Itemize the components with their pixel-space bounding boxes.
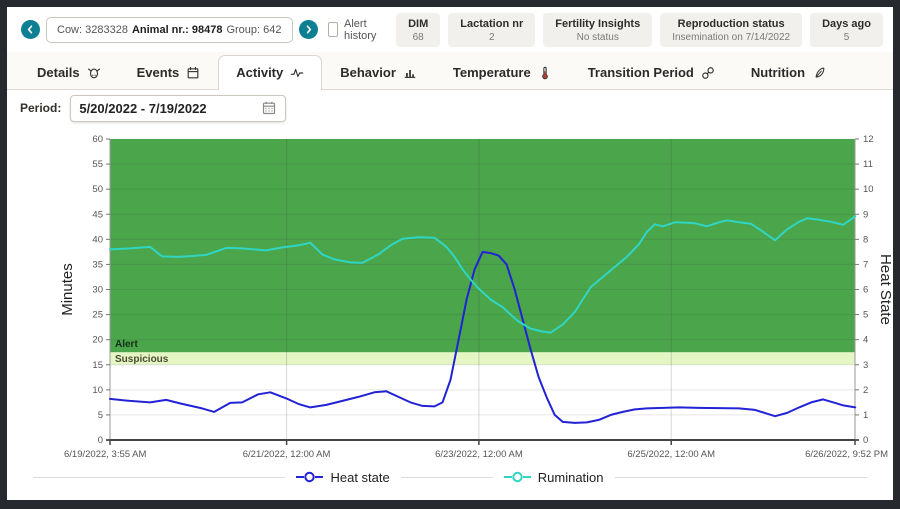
period-input[interactable]: 5/20/2022 - 7/19/2022 (70, 94, 287, 122)
svg-text:55: 55 (92, 159, 103, 170)
tab-transition-period[interactable]: Transition Period (570, 55, 733, 90)
tab-events[interactable]: Events (119, 55, 219, 90)
period-value: 5/20/2022 - 7/19/2022 (79, 100, 207, 116)
tab-details[interactable]: Details (19, 55, 119, 90)
activity-icon (290, 66, 304, 80)
svg-text:4: 4 (863, 335, 868, 346)
svg-text:30: 30 (92, 285, 103, 296)
cow-number: Cow: 3283328 (57, 23, 128, 36)
info-box-fertility-insights: Fertility Insights No status (543, 12, 653, 47)
svg-text:9: 9 (863, 209, 868, 220)
legend-item-heat-state[interactable]: Heat state (285, 469, 401, 485)
animal-number: Animal nr.: 98478 (131, 23, 223, 36)
svg-text:0: 0 (98, 435, 103, 446)
cow-icon (87, 66, 101, 80)
suspicious-zone-label: Suspicious (115, 354, 169, 365)
svg-text:50: 50 (92, 184, 103, 195)
svg-text:10: 10 (863, 184, 874, 195)
x-axis-label: 6/23/2022, 12:00 AM (435, 449, 523, 460)
svg-text:5: 5 (863, 310, 868, 321)
thermometer-icon (538, 66, 552, 80)
info-box-reproduction-status: Reproduction status Insemination on 7/14… (660, 12, 803, 47)
tab-temperature[interactable]: Temperature (435, 55, 570, 90)
svg-text:40: 40 (92, 234, 103, 245)
alert-zone-label: Alert (115, 339, 138, 350)
period-label: Period: (20, 101, 62, 115)
app-window: Cow: 3283328 Animal nr.: 98478 Group: 64… (7, 7, 893, 500)
calendar-icon (186, 66, 200, 80)
info-box-dim: DIM 68 (396, 12, 441, 47)
chart-legend: Heat state Rumination (7, 462, 893, 492)
alert-history-label: Alert history (344, 17, 377, 42)
svg-text:45: 45 (92, 209, 103, 220)
cow-info-boxes: DIM 68 Lactation nr 2 Fertility Insights… (396, 12, 883, 47)
x-axis-label: 6/21/2022, 12:00 AM (243, 449, 331, 460)
activity-chart: Alert Suspicious 0 5 10 15 20 25 30 35 40 45 50 55 60 0… (7, 126, 893, 462)
legend-item-rumination[interactable]: Rumination (492, 469, 615, 485)
tab-behavior[interactable]: Behavior (322, 55, 435, 90)
period-row: Period: 5/20/2022 - 7/19/2022 (7, 90, 893, 126)
chevron-right-icon (306, 25, 311, 34)
bar-chart-icon (403, 66, 417, 80)
legend-divider-line (33, 477, 867, 478)
info-box-lactation: Lactation nr 2 (448, 12, 536, 47)
tab-nutrition[interactable]: Nutrition (733, 55, 844, 90)
x-axis-label: 6/19/2022, 3:55 AM (64, 449, 146, 460)
previous-cow-button[interactable] (21, 20, 40, 39)
info-box-days-ago: Days ago 5 (810, 12, 883, 47)
cow-selector-input[interactable]: Cow: 3283328 Animal nr.: 98478 Group: 64… (46, 16, 293, 43)
heat-state-marker-icon (296, 471, 324, 483)
svg-text:12: 12 (863, 134, 874, 145)
svg-text:5: 5 (98, 410, 103, 421)
group-number: Group: 642 (226, 23, 282, 36)
svg-text:11: 11 (863, 159, 873, 170)
svg-text:2: 2 (863, 385, 868, 396)
svg-text:7: 7 (863, 259, 868, 270)
suspicious-zone (110, 352, 855, 365)
chevron-left-icon (27, 25, 33, 34)
tab-activity[interactable]: Activity (218, 55, 323, 90)
svg-text:8: 8 (863, 234, 868, 245)
svg-text:6: 6 (863, 285, 868, 296)
svg-text:3: 3 (863, 360, 868, 371)
svg-text:20: 20 (92, 335, 103, 346)
activity-chart-svg: AlertSuspicious0510152025303540455055600… (59, 134, 893, 460)
svg-text:60: 60 (92, 134, 103, 145)
left-axis-title: Minutes (59, 263, 76, 316)
svg-text:35: 35 (92, 259, 103, 270)
svg-text:0: 0 (863, 435, 868, 446)
svg-text:10: 10 (92, 385, 103, 396)
tab-bar: Details Events Activity Behavior Tempera… (7, 52, 893, 90)
next-cow-button[interactable] (298, 20, 318, 39)
calendar-picker-icon[interactable] (261, 100, 277, 116)
top-header: Cow: 3283328 Animal nr.: 98478 Group: 64… (7, 7, 893, 52)
svg-text:15: 15 (92, 360, 103, 371)
alert-history-control: Alert history (327, 17, 383, 42)
link-icon (701, 66, 715, 80)
svg-text:1: 1 (863, 410, 868, 421)
alert-zone (110, 139, 855, 353)
alert-history-checkbox[interactable] (327, 22, 339, 37)
x-axis-label: 6/25/2022, 12:00 AM (627, 449, 715, 460)
feather-icon (812, 66, 826, 80)
x-axis-label: 6/26/2022, 9:52 PM (805, 449, 888, 460)
svg-text:25: 25 (92, 310, 103, 321)
right-axis-title: Heat State (877, 254, 893, 325)
rumination-marker-icon (503, 471, 531, 483)
